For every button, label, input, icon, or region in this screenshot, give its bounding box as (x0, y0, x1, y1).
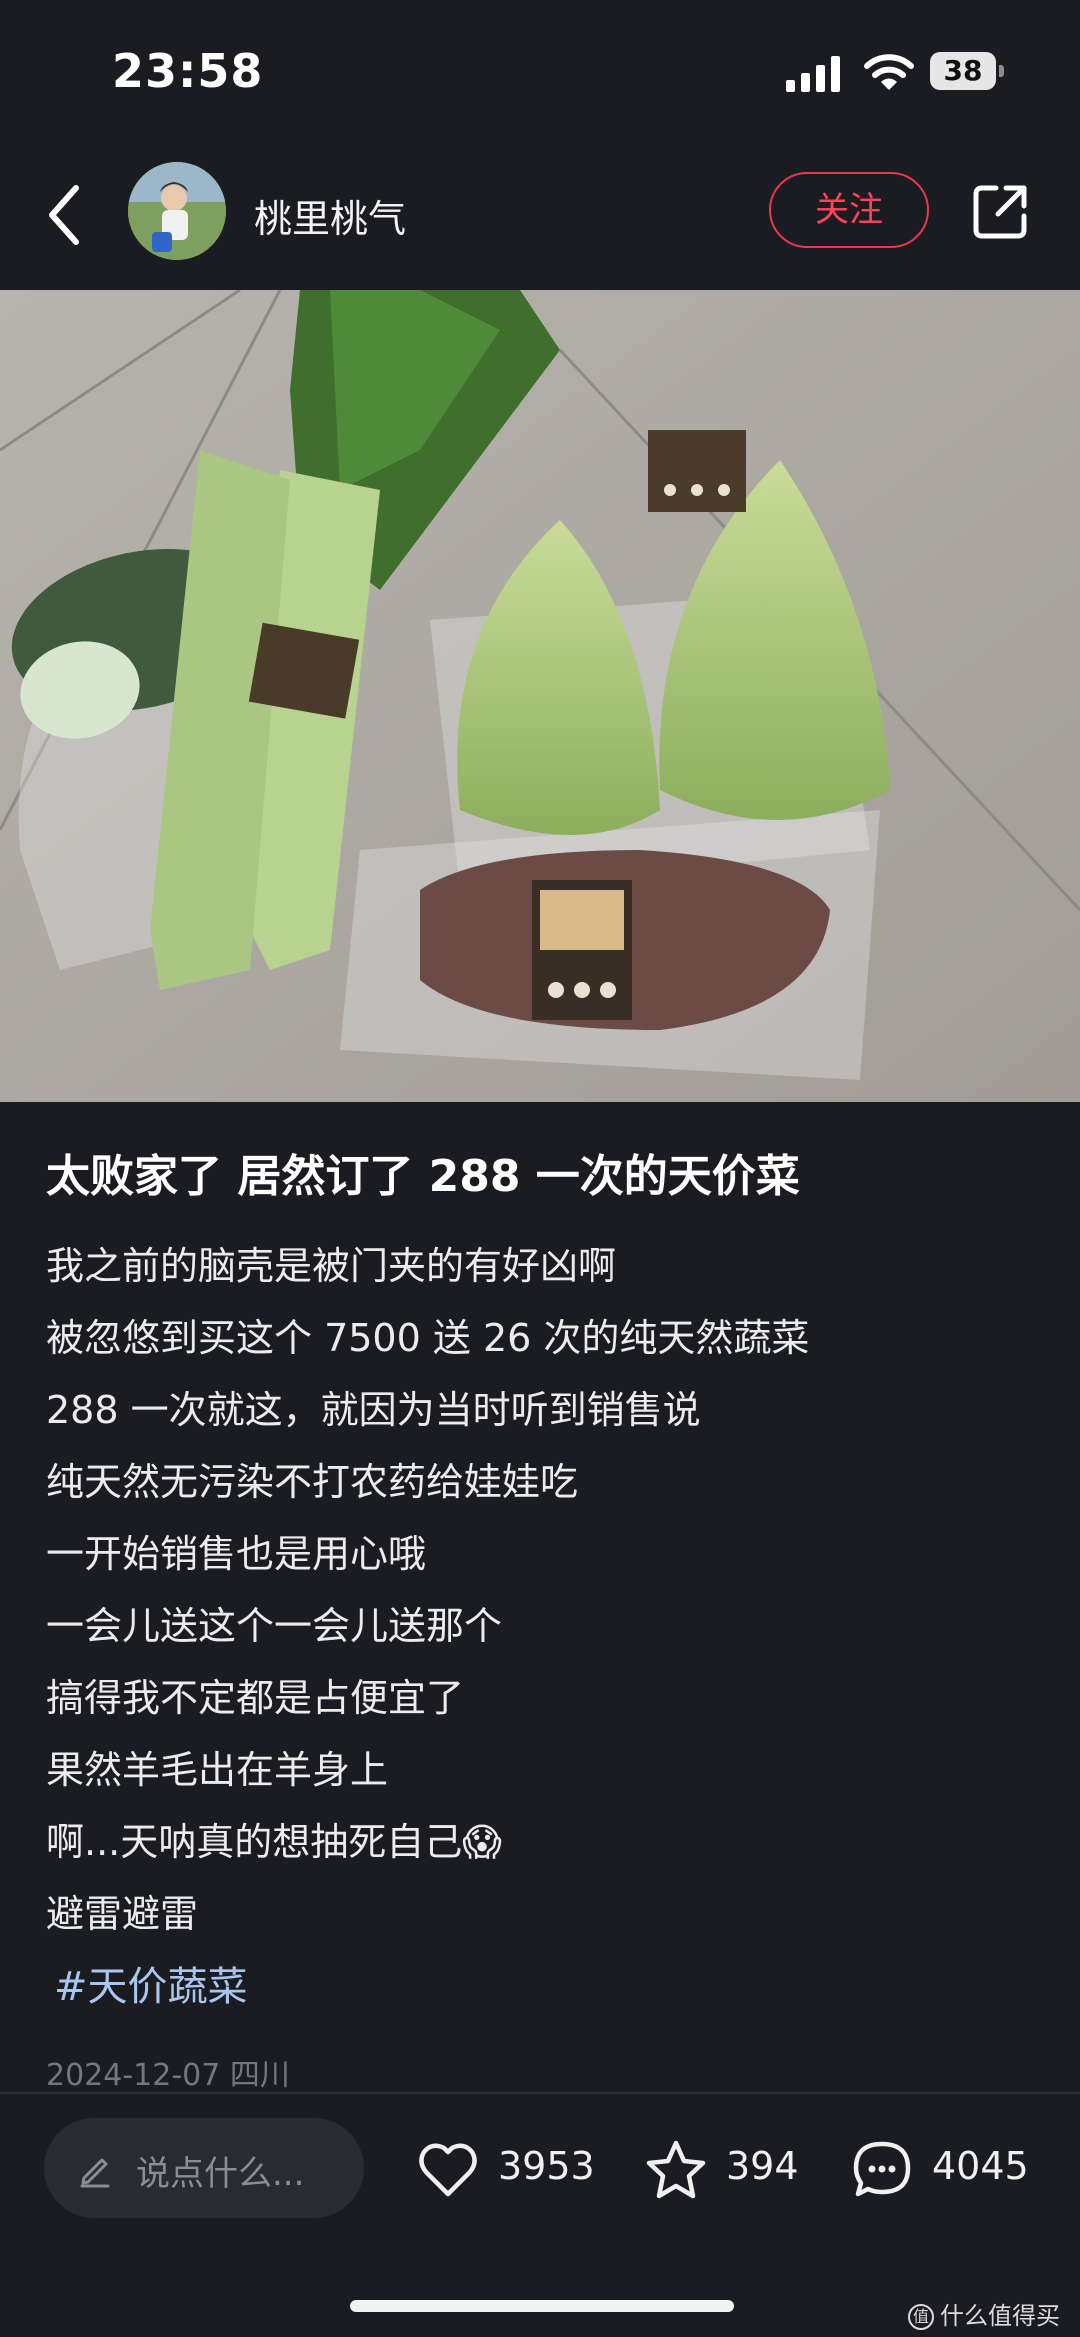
star-icon (646, 2140, 706, 2199)
comment-bubble-icon (853, 2141, 911, 2197)
hashtag-link[interactable]: #天价蔬菜 (54, 1954, 248, 2012)
home-indicator (350, 2300, 734, 2312)
post-line: 一会儿送这个一会儿送那个 (46, 1604, 503, 1648)
post-line: 啊...天呐真的想抽死自己😱 (46, 1820, 502, 1864)
comment-input[interactable]: 说点什么... (44, 2118, 364, 2218)
status-time: 23:58 (112, 44, 264, 98)
avatar[interactable] (128, 162, 226, 260)
battery-icon: 38 (930, 52, 1004, 92)
username[interactable]: 桃里桃气 (254, 188, 406, 243)
pen-icon (80, 2158, 110, 2188)
follow-button[interactable]: 关注 (769, 172, 929, 248)
bottom-action-bar: 说点什么... 3953 394 4045 (0, 2094, 1080, 2254)
post-line: 我之前的脑壳是被门夹的有好凶啊 (46, 1244, 617, 1288)
back-arrow-icon[interactable] (44, 180, 84, 250)
watermark-logo-icon: 值 (908, 2304, 934, 2330)
post-line: 被忽悠到买这个 7500 送 26 次的纯天然蔬菜 (46, 1316, 810, 1360)
post-line: 果然羊毛出在羊身上 (46, 1748, 389, 1792)
status-bar: 23:58 38 (0, 0, 1080, 140)
share-icon[interactable] (968, 180, 1032, 244)
heart-icon (419, 2143, 477, 2197)
watermark: 值什么值得买 (908, 2296, 1060, 2331)
post-line: 避雷避雷 (46, 1892, 199, 1936)
wifi-icon (864, 54, 914, 90)
post-header: 桃里桃气 关注 (0, 140, 1080, 290)
battery-level: 38 (930, 52, 996, 90)
favorite-count: 394 (726, 2144, 799, 2188)
like-count: 3953 (498, 2144, 595, 2188)
post-line: 一开始销售也是用心哦 (46, 1532, 427, 1576)
post-date-location: 2024-12-07 四川 (46, 2058, 290, 2093)
post-line: 纯天然无污染不打农药给娃娃吃 (46, 1460, 579, 1504)
post-photo[interactable] (0, 290, 1080, 1102)
watermark-text: 什么值得买 (940, 2302, 1060, 2330)
comment-count: 4045 (932, 2144, 1029, 2188)
comment-placeholder: 说点什么... (136, 2154, 305, 2194)
post-line: 288 一次就这，就因为当时听到销售说 (46, 1388, 701, 1432)
post-line: 搞得我不定都是占便宜了 (46, 1676, 465, 1720)
post-title: 太败家了 居然订了 288 一次的天价菜 (46, 1151, 800, 1202)
post-body: 我之前的脑壳是被门夹的有好凶啊 被忽悠到买这个 7500 送 26 次的纯天然蔬… (46, 1230, 809, 1950)
signal-icon (786, 56, 840, 92)
